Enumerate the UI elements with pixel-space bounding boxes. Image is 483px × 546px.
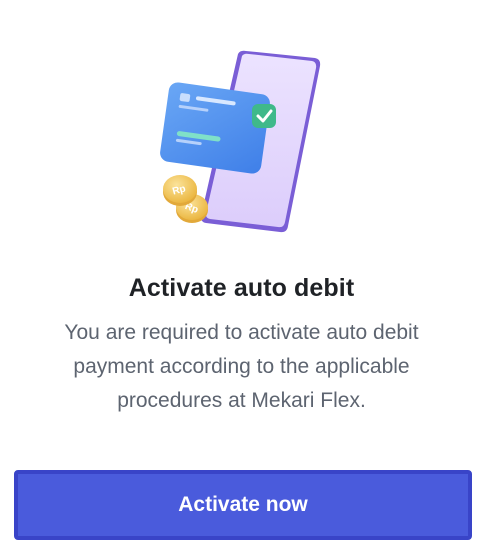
activate-auto-debit-dialog: Rp Rp Activate auto debit You are requir… (0, 0, 483, 546)
phone-card-coins-illustration: Rp Rp (150, 40, 340, 240)
activate-now-button[interactable]: Activate now (14, 470, 472, 540)
auto-debit-illustration-icon: Rp Rp (160, 50, 321, 233)
check-badge-icon (252, 104, 276, 128)
dialog-title: Activate auto debit (128, 274, 355, 302)
dialog-description: You are required to activate auto debit … (64, 321, 419, 412)
credit-card-icon (160, 82, 270, 174)
rupiah-coins-icon: Rp Rp (163, 175, 208, 223)
